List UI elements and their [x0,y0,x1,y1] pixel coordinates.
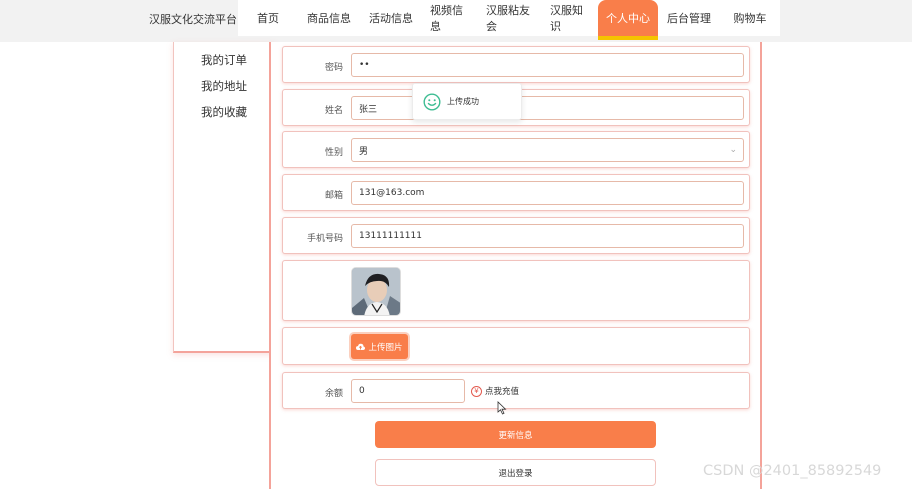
side-item-favorites[interactable]: 我的收藏 [201,104,247,120]
nav-personal-center[interactable]: 个人中心 [598,0,658,40]
side-item-address[interactable]: 我的地址 [201,78,247,94]
nav-cart[interactable]: 购物车 [720,0,780,36]
upload-button-label: 上传图片 [368,342,403,353]
name-field[interactable]: 张三 [351,96,744,120]
upload-image-button[interactable]: 上传图片 [351,334,408,359]
upload-row: 上传图片 [282,327,750,365]
chevron-down-icon: ⌄ [729,145,737,155]
balance-label: 余额 [324,389,343,399]
nav-activities[interactable]: 活动信息 [360,0,422,36]
nav-videos[interactable]: 视频信息 [422,0,478,36]
success-toast: 上传成功 [412,83,522,120]
nav-home[interactable]: 首页 [238,0,298,36]
yen-icon: ¥ [471,385,482,397]
phone-row: 手机号码 13111111111 [282,217,750,254]
mouse-cursor-icon [497,401,507,415]
avatar-portrait [352,268,400,315]
phone-label: 手机号码 [306,234,343,244]
gender-row: 性别 男 ⌄ [282,131,750,168]
cloud-upload-icon [356,343,366,350]
name-label: 姓名 [324,106,343,116]
nav-hanfu-knowledge[interactable]: 汉服知识 [542,0,598,36]
balance-field[interactable]: 0 [351,379,465,403]
gender-label: 性别 [324,148,343,158]
phone-field[interactable]: 13111111111 [351,224,744,248]
password-label: 密码 [324,63,343,73]
nav-products[interactable]: 商品信息 [298,0,360,36]
recharge-link[interactable]: ¥ 点我充值 [471,385,519,397]
watermark: CSDN @2401_85892549 [703,463,882,479]
side-item-orders[interactable]: 我的订单 [201,52,247,68]
logout-button[interactable]: 退出登录 [375,459,656,486]
avatar-row [282,260,750,321]
smile-icon [423,92,441,111]
nav-admin[interactable]: 后台管理 [658,0,720,36]
email-label: 邮箱 [324,191,343,201]
balance-row: 余额 0 ¥ 点我充值 [282,372,750,409]
password-row: 密码 •• [282,46,750,83]
site-brand[interactable]: 汉服文化交流平台 [149,11,237,27]
email-field[interactable]: 131@163.com [351,181,744,205]
avatar [351,267,401,316]
email-row: 邮箱 131@163.com [282,174,750,211]
main-nav: 首页 商品信息 活动信息 视频信息 汉服粘友会 汉服知识 个人中心 后台管理 购… [238,0,780,40]
side-menu: 我的订单 我的地址 我的收藏 [173,42,275,353]
recharge-label: 点我充值 [485,387,520,397]
password-field[interactable]: •• [351,53,744,77]
gender-value: 男 [359,146,369,157]
update-info-button[interactable]: 更新信息 [375,421,656,448]
toast-message: 上传成功 [447,97,479,106]
top-bar: 汉服文化交流平台 首页 商品信息 活动信息 视频信息 汉服粘友会 汉服知识 个人… [0,0,912,42]
nav-hanfu-forum[interactable]: 汉服粘友会 [478,0,542,36]
gender-select[interactable]: 男 ⌄ [351,138,744,162]
